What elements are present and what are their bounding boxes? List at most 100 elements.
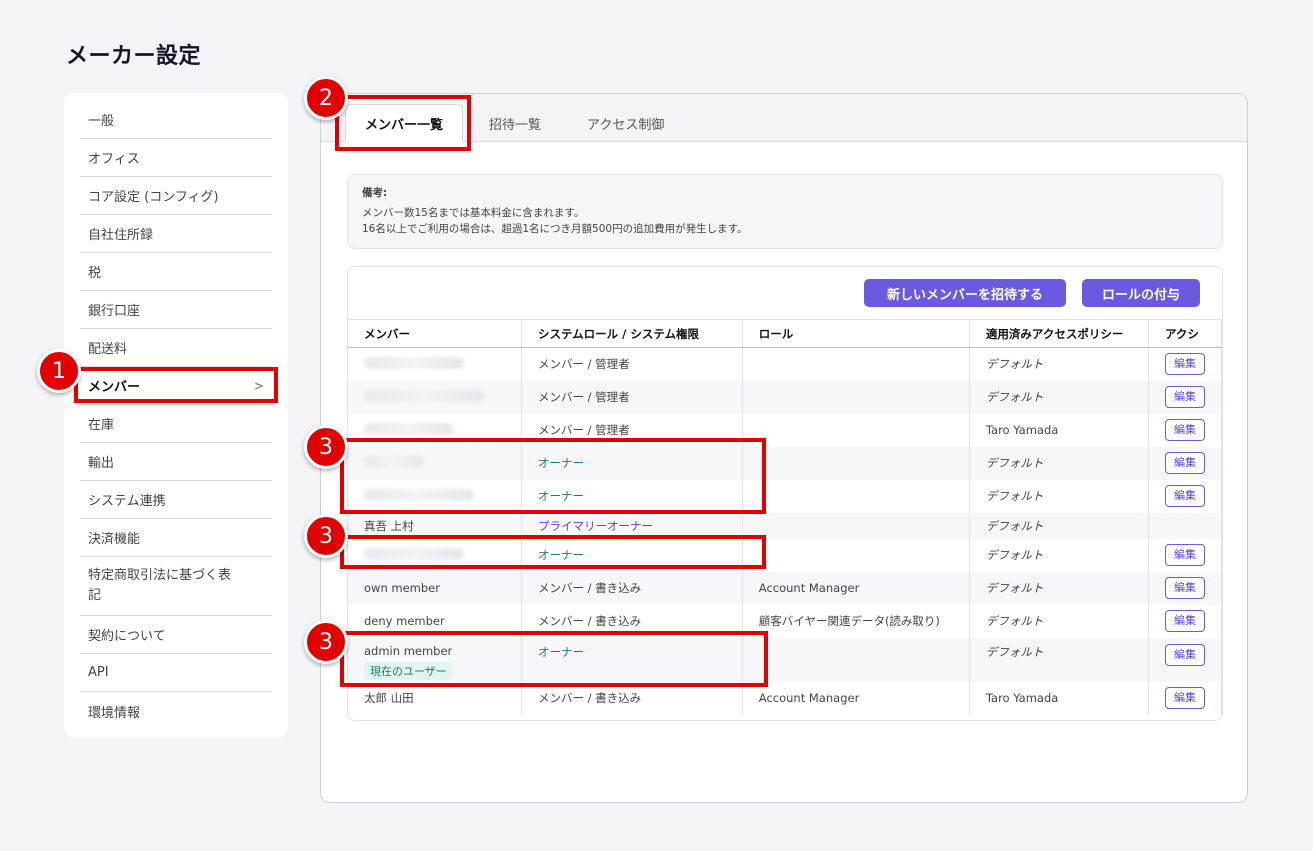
role-cell	[742, 413, 970, 447]
member-name-cell: own member	[348, 571, 522, 605]
sidebar-item-general[interactable]: 一般	[80, 101, 272, 139]
role-cell	[742, 347, 970, 381]
policy-cell: デフォルト	[969, 479, 1149, 513]
action-cell: 編集	[1148, 347, 1222, 381]
sidebar-item-label: システム連携	[88, 494, 166, 509]
role-cell: Account Manager	[742, 571, 970, 605]
sidebar-item-environment[interactable]: 環境情報	[80, 692, 272, 730]
page-title: メーカー設定	[66, 44, 202, 69]
column-header-role[interactable]: ロール	[742, 319, 970, 348]
annotation-marker-3b: 3	[304, 514, 348, 558]
action-cell: 編集	[1148, 413, 1222, 447]
role-cell	[742, 538, 970, 572]
role-cell	[742, 512, 970, 539]
sidebar-item-label: 自社住所録	[88, 228, 154, 243]
invite-member-button[interactable]: 新しいメンバーを招待する	[864, 279, 1066, 307]
role-cell	[742, 479, 970, 513]
policy-cell: デフォルト	[969, 637, 1149, 682]
sidebar-item-label: 税	[88, 266, 102, 281]
role-cell	[742, 637, 970, 682]
role-cell	[742, 380, 970, 414]
pricing-note: 備考: メンバー数15名までは基本料金に含まれます。 16名以上でご利用の場合は…	[347, 174, 1223, 249]
sidebar-item-export[interactable]: 輸出	[80, 443, 272, 481]
policy-cell: Taro Yamada	[969, 413, 1149, 447]
sidebar-item-label: 銀行口座	[88, 304, 141, 319]
edit-button[interactable]: 編集	[1164, 353, 1205, 376]
sidebar-item-api[interactable]: API	[80, 654, 272, 692]
policy-cell: デフォルト	[969, 571, 1149, 605]
edit-button[interactable]: 編集	[1164, 610, 1205, 632]
edit-button[interactable]: 編集	[1164, 687, 1205, 709]
sidebar-item-label: 契約について	[88, 629, 166, 644]
action-cell: 編集	[1148, 681, 1222, 715]
note-title: 備考:	[362, 187, 388, 199]
sidebar-item-label: 特定商取引法に基づく表記	[88, 568, 232, 603]
sidebar-item-label: 決済機能	[88, 532, 141, 547]
tab-invitation-list[interactable]: 招待一覧	[473, 104, 557, 142]
member-name-cell	[348, 347, 522, 381]
policy-cell: デフォルト	[969, 604, 1149, 638]
sidebar-item-label: 輸出	[88, 456, 115, 471]
sidebar-item-label: 一般	[88, 114, 115, 129]
annotation-highlight-3b	[340, 535, 766, 569]
annotation-marker-2: 2	[304, 76, 348, 120]
system-role-cell: メンバー / 管理者	[521, 380, 743, 414]
sidebar-item-integration[interactable]: システム連携	[80, 481, 272, 519]
column-header-action: アクシ	[1148, 319, 1222, 348]
action-cell: 編集	[1148, 446, 1222, 480]
annotation-marker-1: 1	[37, 349, 81, 393]
sidebar-item-label: オフィス	[88, 152, 140, 167]
action-cell	[1148, 512, 1222, 539]
sidebar-item-address-book[interactable]: 自社住所録	[80, 215, 272, 253]
sidebar-item-inventory[interactable]: 在庫	[80, 405, 272, 443]
action-cell: 編集	[1148, 479, 1222, 513]
sidebar-item-shipping-fee[interactable]: 配送料	[80, 329, 272, 367]
column-header-policy[interactable]: 適用済みアクセスポリシー	[969, 319, 1149, 348]
annotation-marker-3c: 3	[304, 620, 348, 664]
column-header-member[interactable]: メンバー	[348, 319, 522, 348]
sidebar-item-label: コア設定 (コンフィグ)	[88, 190, 219, 205]
column-header-system-role[interactable]: システムロール / システム権限	[521, 319, 743, 348]
edit-button[interactable]: 編集	[1164, 485, 1205, 507]
note-line: 16名以上でご利用の場合は、超過1名につき月額500円の追加費用が発生します。	[362, 223, 748, 235]
sidebar-item-label: API	[88, 665, 109, 680]
edit-button[interactable]: 編集	[1164, 419, 1205, 441]
edit-button[interactable]: 編集	[1164, 577, 1205, 599]
table-header-row: メンバー システムロール / システム権限 ロール 適用済みアクセスポリシー ア…	[348, 319, 1222, 348]
table-row: メンバー / 管理者 デフォルト 編集	[348, 380, 1222, 414]
action-cell: 編集	[1148, 604, 1222, 638]
sidebar-item-contract[interactable]: 契約について	[80, 616, 272, 654]
action-cell: 編集	[1148, 637, 1222, 682]
policy-cell: デフォルト	[969, 512, 1149, 539]
system-role-cell: メンバー / 書き込み	[521, 571, 743, 605]
policy-cell: Taro Yamada	[969, 681, 1149, 715]
blurred-name	[364, 422, 454, 435]
role-cell: Account Manager	[742, 681, 970, 715]
table-row: メンバー / 管理者 デフォルト 編集	[348, 347, 1222, 381]
sidebar-item-bank-account[interactable]: 銀行口座	[80, 291, 272, 329]
edit-button[interactable]: 編集	[1164, 643, 1205, 666]
assign-role-button[interactable]: ロールの付与	[1082, 279, 1200, 307]
system-role-cell: メンバー / 管理者	[521, 347, 743, 381]
annotation-highlight-1	[74, 367, 278, 403]
sidebar-item-commerce-law[interactable]: 特定商取引法に基づく表記	[80, 557, 272, 616]
tab-access-control[interactable]: アクセス制御	[571, 104, 680, 142]
action-cell: 編集	[1148, 380, 1222, 414]
sidebar-item-label: 配送料	[88, 342, 128, 357]
role-cell	[742, 446, 970, 480]
sidebar-item-core-config[interactable]: コア設定 (コンフィグ)	[80, 177, 272, 215]
policy-cell: デフォルト	[969, 538, 1149, 572]
sidebar-item-office[interactable]: オフィス	[80, 139, 272, 177]
edit-button[interactable]: 編集	[1164, 452, 1205, 474]
policy-cell: デフォルト	[969, 347, 1149, 381]
sidebar-item-label: 在庫	[88, 418, 115, 433]
sidebar-item-payment[interactable]: 決済機能	[80, 519, 272, 557]
sidebar-item-label: 環境情報	[88, 705, 141, 721]
policy-cell: デフォルト	[969, 380, 1149, 414]
sidebar-item-tax[interactable]: 税	[80, 253, 272, 291]
edit-button[interactable]: 編集	[1164, 386, 1205, 408]
edit-button[interactable]: 編集	[1164, 544, 1205, 566]
blurred-name	[364, 356, 464, 369]
settings-sidebar: 一般 オフィス コア設定 (コンフィグ) 自社住所録 税 銀行口座 配送料 メン…	[64, 93, 288, 737]
table-row: own member メンバー / 書き込み Account Manager デ…	[348, 571, 1222, 605]
